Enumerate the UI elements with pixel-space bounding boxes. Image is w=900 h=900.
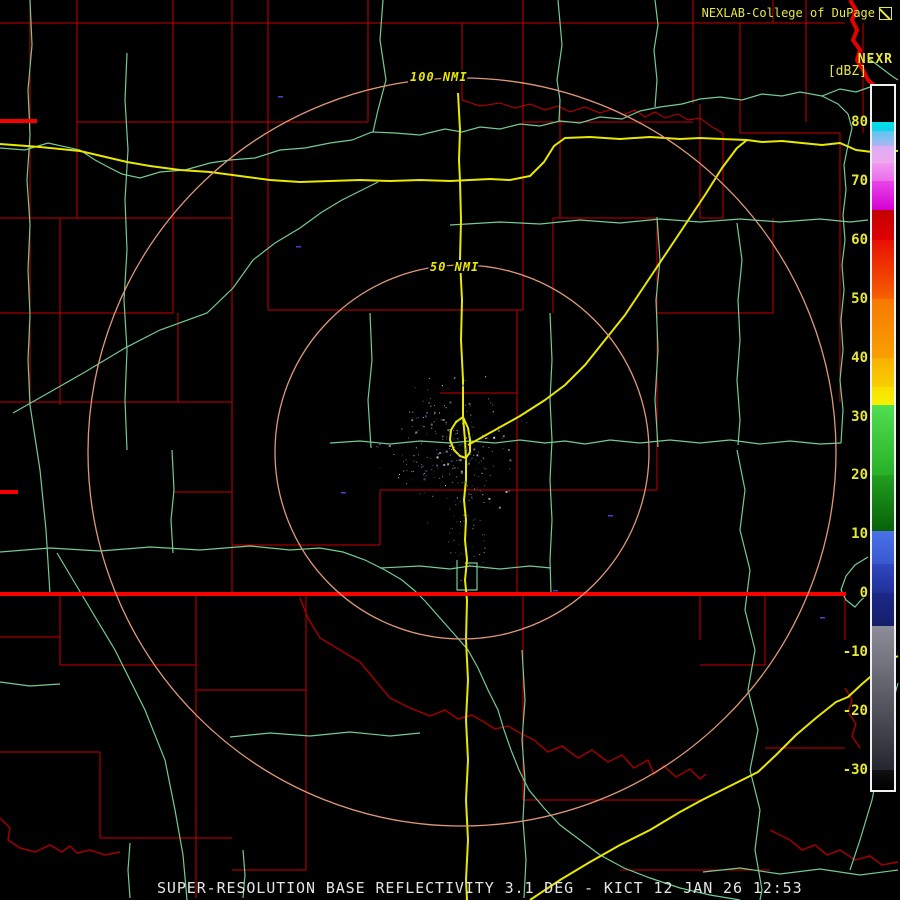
colorbar-segment <box>872 357 894 388</box>
road-lines-green <box>0 0 899 900</box>
colorbar-segment <box>872 130 894 146</box>
highway-lines-yellow <box>0 92 899 900</box>
faint-echo-dash <box>608 515 613 517</box>
radar-display: 100 NMI 50 NMI NEXLAB-College of DuPage … <box>0 0 900 900</box>
colorbar-segment <box>872 625 894 770</box>
colorbar-segment <box>872 404 894 476</box>
range-rings: 100 NMI 50 NMI <box>87 68 837 827</box>
colorbar-segment <box>872 210 894 240</box>
colorbar-tick-label: 40 <box>851 349 868 366</box>
faint-echo-dash <box>820 617 825 619</box>
colorbar-segment <box>872 593 894 626</box>
colorbar-segment <box>872 239 894 299</box>
colorbar-segment <box>872 145 894 164</box>
colorbar-segment <box>872 475 894 532</box>
nexlab-title: NEXLAB-College of DuPage <box>701 6 875 20</box>
colorbar-tick-label: 60 <box>851 231 868 248</box>
colorbar-segment <box>872 86 894 122</box>
product-units-label: [dBZ] <box>827 64 867 79</box>
colorbar-segment <box>872 770 894 790</box>
county-boundary-lines <box>0 0 864 898</box>
colorbar-tick-label: 20 <box>851 467 868 484</box>
range-ring-label-50nmi: 50 NMI <box>430 260 479 274</box>
colorbar-tick-label: -20 <box>842 703 868 720</box>
colorbar-segment <box>872 122 894 131</box>
colorbar-tick-label: 50 <box>851 290 868 307</box>
range-ring-100nmi <box>87 77 837 827</box>
colorbar-segment <box>872 531 894 564</box>
colorbar-tick-label: 30 <box>851 408 868 425</box>
cod-flag-icon <box>879 6 892 20</box>
faint-echo-dash <box>296 246 301 248</box>
colorbar-tick-label: 80 <box>851 114 868 130</box>
colorbar-tick-label: 70 <box>851 172 868 189</box>
faint-echo-dash <box>278 96 283 98</box>
product-title: SUPER-RESOLUTION BASE REFLECTIVITY 3.1 D… <box>157 879 803 897</box>
faint-echo-dash <box>341 492 346 494</box>
colorbar-tick-label: -30 <box>842 762 868 778</box>
colorbar-segment <box>872 163 894 181</box>
colorbar-segment <box>872 563 894 594</box>
radar-map-canvas: 100 NMI 50 NMI <box>0 0 899 900</box>
colorbar-segment <box>872 298 894 358</box>
faint-echo-dash <box>553 590 558 592</box>
reflectivity-colorbar <box>870 84 896 792</box>
header: NEXLAB-College of DuPage <box>702 6 892 20</box>
colorbar-segment <box>872 387 894 405</box>
colorbar-tick-label: 10 <box>851 526 868 543</box>
range-ring-label-100nmi: 100 NMI <box>410 70 468 84</box>
colorbar-tick-label: -10 <box>842 644 868 661</box>
colorbar-tick-label: 0 <box>859 585 868 602</box>
colorbar-segment <box>872 180 894 211</box>
